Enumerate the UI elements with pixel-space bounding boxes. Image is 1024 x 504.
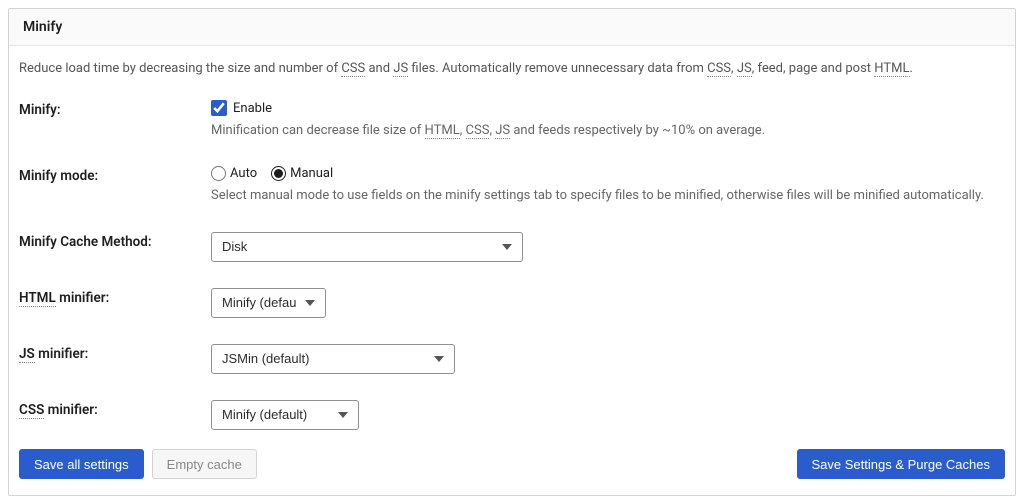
- row-cache-method: Minify Cache Method: Disk: [19, 232, 1005, 262]
- html-abbr: HTML: [425, 123, 460, 139]
- cache-method-select[interactable]: Disk: [211, 232, 523, 262]
- minify-mode-label: Minify mode:: [19, 166, 211, 184]
- panel-body: Reduce load time by decreasing the size …: [9, 46, 1015, 430]
- action-bar: Save all settings Empty cache Save Setti…: [19, 449, 1005, 479]
- css-abbr: CSS: [19, 402, 44, 419]
- js-minifier-select[interactable]: JSMin (default): [211, 344, 455, 374]
- panel-title: Minify: [9, 9, 1015, 46]
- js-abbr: JS: [19, 346, 35, 363]
- minify-label: Minify:: [19, 100, 211, 118]
- minify-mode-hint: Select manual mode to use fields on the …: [211, 187, 1005, 205]
- js-abbr: JS: [495, 123, 510, 139]
- row-js-minifier: JS minifier: JSMin (default): [19, 344, 1005, 374]
- minify-panel: Minify Reduce load time by decreasing th…: [8, 8, 1016, 496]
- empty-cache-button[interactable]: Empty cache: [152, 449, 257, 479]
- row-css-minifier: CSS minifier: Minify (default): [19, 400, 1005, 430]
- row-minify: Minify: Enable Minification can decrease…: [19, 100, 1005, 140]
- minify-mode-manual-radio[interactable]: [271, 166, 286, 181]
- js-abbr: JS: [737, 61, 752, 77]
- html-minifier-select[interactable]: Minify (default): [211, 288, 326, 318]
- css-minifier-label: CSS minifier:: [19, 400, 211, 418]
- minify-hint: Minification can decrease file size of H…: [211, 122, 1005, 140]
- panel-description: Reduce load time by decreasing the size …: [19, 60, 1005, 78]
- html-abbr: HTML: [19, 290, 56, 307]
- css-abbr: CSS: [707, 61, 731, 77]
- cache-method-label: Minify Cache Method:: [19, 232, 211, 250]
- js-abbr: JS: [393, 61, 408, 77]
- css-abbr: CSS: [466, 123, 490, 139]
- css-minifier-select[interactable]: Minify (default): [211, 400, 359, 430]
- css-abbr: CSS: [341, 61, 365, 77]
- row-minify-mode: Minify mode: Auto Manual Select manual m…: [19, 166, 1005, 205]
- html-abbr: HTML: [874, 61, 909, 77]
- minify-mode-auto-radio[interactable]: [211, 166, 226, 181]
- minify-enable-label: Enable: [233, 101, 272, 116]
- save-purge-caches-button[interactable]: Save Settings & Purge Caches: [797, 449, 1006, 479]
- minify-enable-checkbox[interactable]: [211, 100, 227, 116]
- minify-mode-manual[interactable]: Manual: [271, 166, 333, 181]
- minify-mode-radio-group: Auto Manual: [211, 166, 1005, 181]
- html-minifier-label: HTML minifier:: [19, 288, 211, 306]
- row-html-minifier: HTML minifier: Minify (default): [19, 288, 1005, 318]
- save-all-settings-button[interactable]: Save all settings: [19, 449, 144, 479]
- minify-mode-auto[interactable]: Auto: [211, 166, 257, 181]
- js-minifier-label: JS minifier:: [19, 344, 211, 362]
